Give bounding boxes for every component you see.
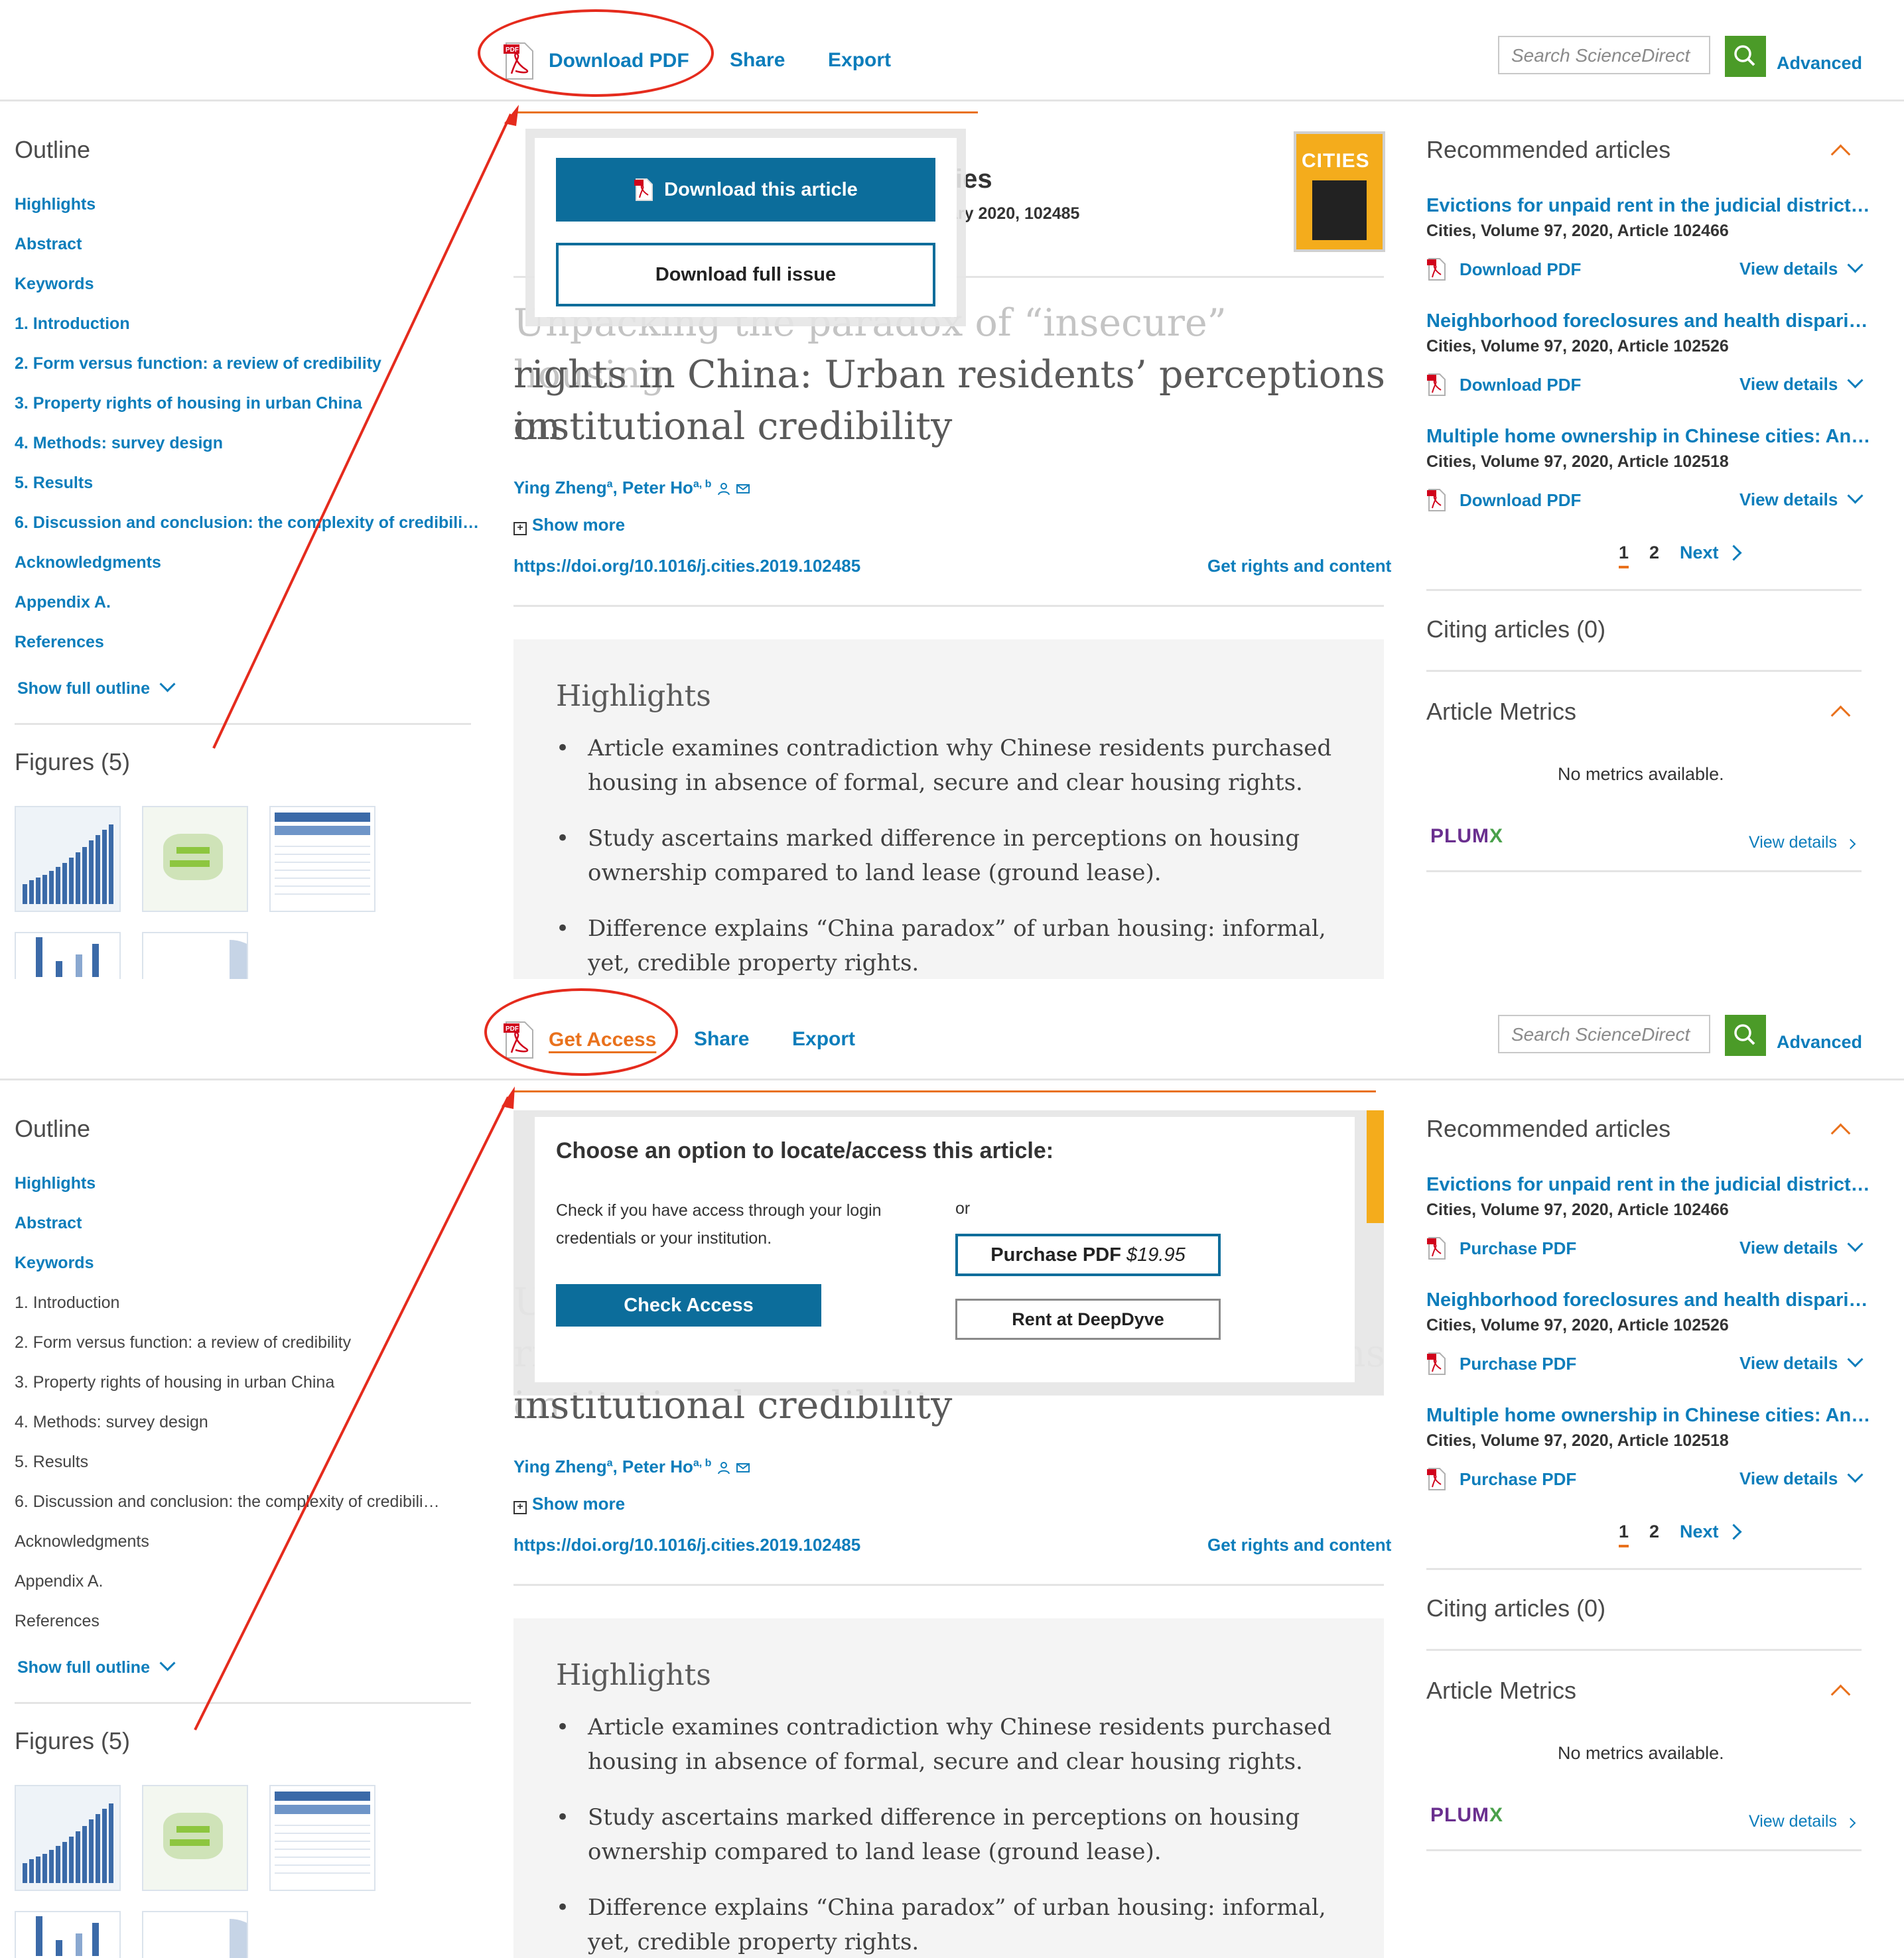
annotation-arrow <box>212 105 519 749</box>
panel-get-access: PDF Get Access Share Export Search Scien… <box>0 979 1904 1958</box>
panel-download-pdf: PDF Download PDF Share Export Search Sci… <box>0 0 1904 979</box>
annotation-arrow <box>194 1086 515 1730</box>
